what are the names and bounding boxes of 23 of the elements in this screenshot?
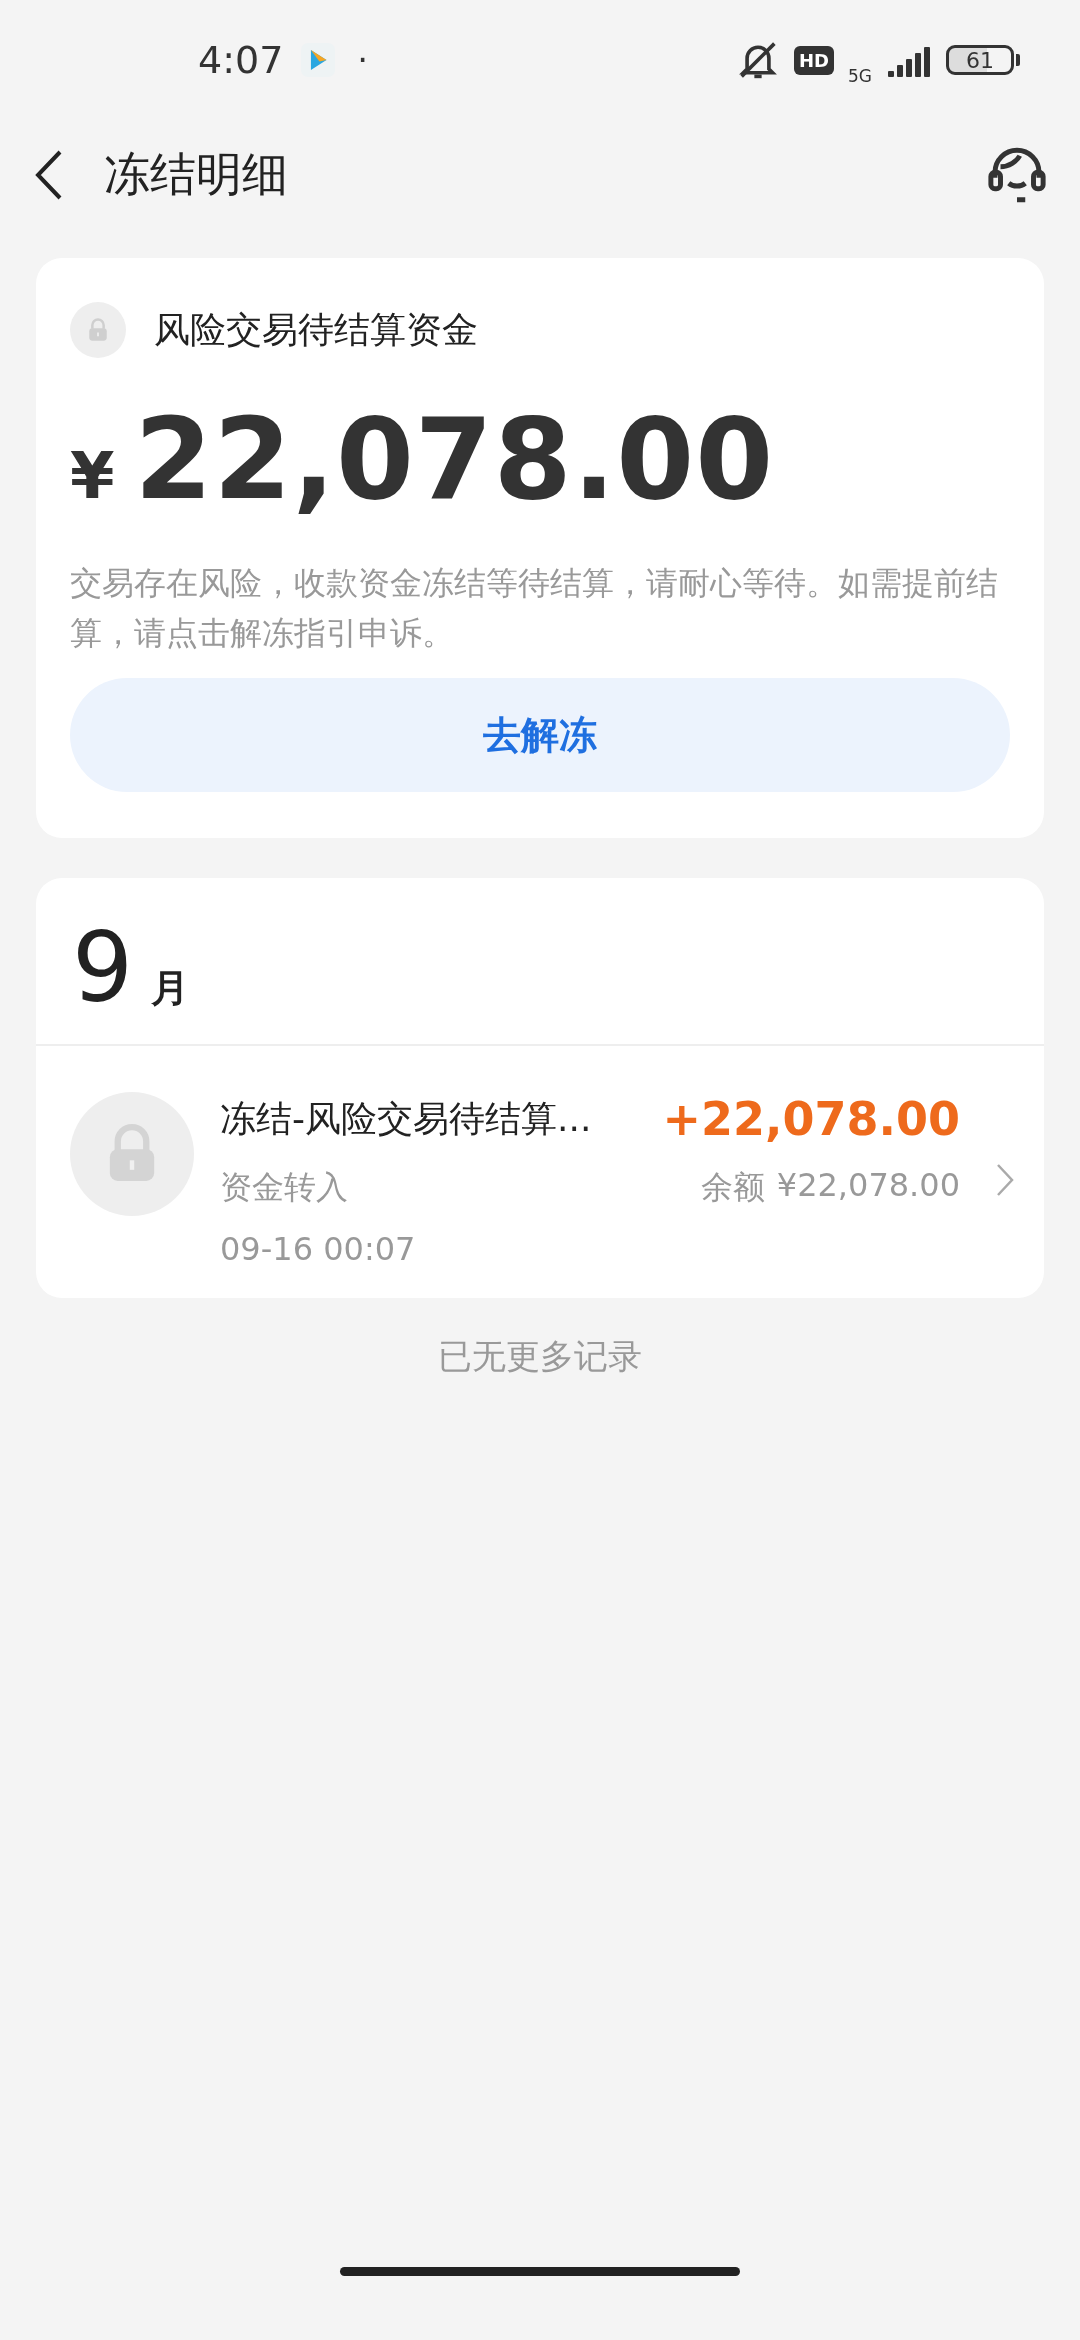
end-of-list-text: 已无更多记录 — [437, 1335, 643, 1378]
card-title: 风险交易待结算资金 — [154, 307, 478, 352]
currency-symbol: ¥ — [70, 439, 115, 513]
unfreeze-button[interactable]: 去解冻 — [70, 678, 1010, 792]
record-type: 资金转入 — [220, 1167, 348, 1208]
back-icon[interactable] — [34, 149, 64, 201]
balance-label: 余额 — [700, 1167, 765, 1208]
description-text: 交易存在风险，收款资金冻结等待结算，请耐心等待。如需提前结算，请点击解冻指引申诉。 — [70, 563, 999, 654]
month-number: 9 — [72, 912, 134, 1024]
notification-dot: · — [357, 40, 369, 80]
mute-icon — [736, 40, 780, 80]
record-title[interactable]: 冻结-风险交易待结算... — [220, 1094, 592, 1144]
lock-icon — [70, 302, 126, 358]
record-amount: +22,078.00 — [662, 1092, 960, 1146]
page-title: 冻结明细 — [104, 146, 288, 203]
record-time: 09-16 00:07 — [220, 1230, 417, 1268]
play-icon — [301, 43, 336, 77]
network-label: 5G — [848, 66, 872, 86]
hd-badge: HD — [794, 45, 834, 75]
month-unit: 月 — [151, 965, 190, 1012]
frozen-amount: 22,078.00 — [134, 394, 775, 524]
balance-amount: ¥22,078.00 — [776, 1166, 960, 1206]
status-time: 4:07 — [198, 38, 284, 82]
